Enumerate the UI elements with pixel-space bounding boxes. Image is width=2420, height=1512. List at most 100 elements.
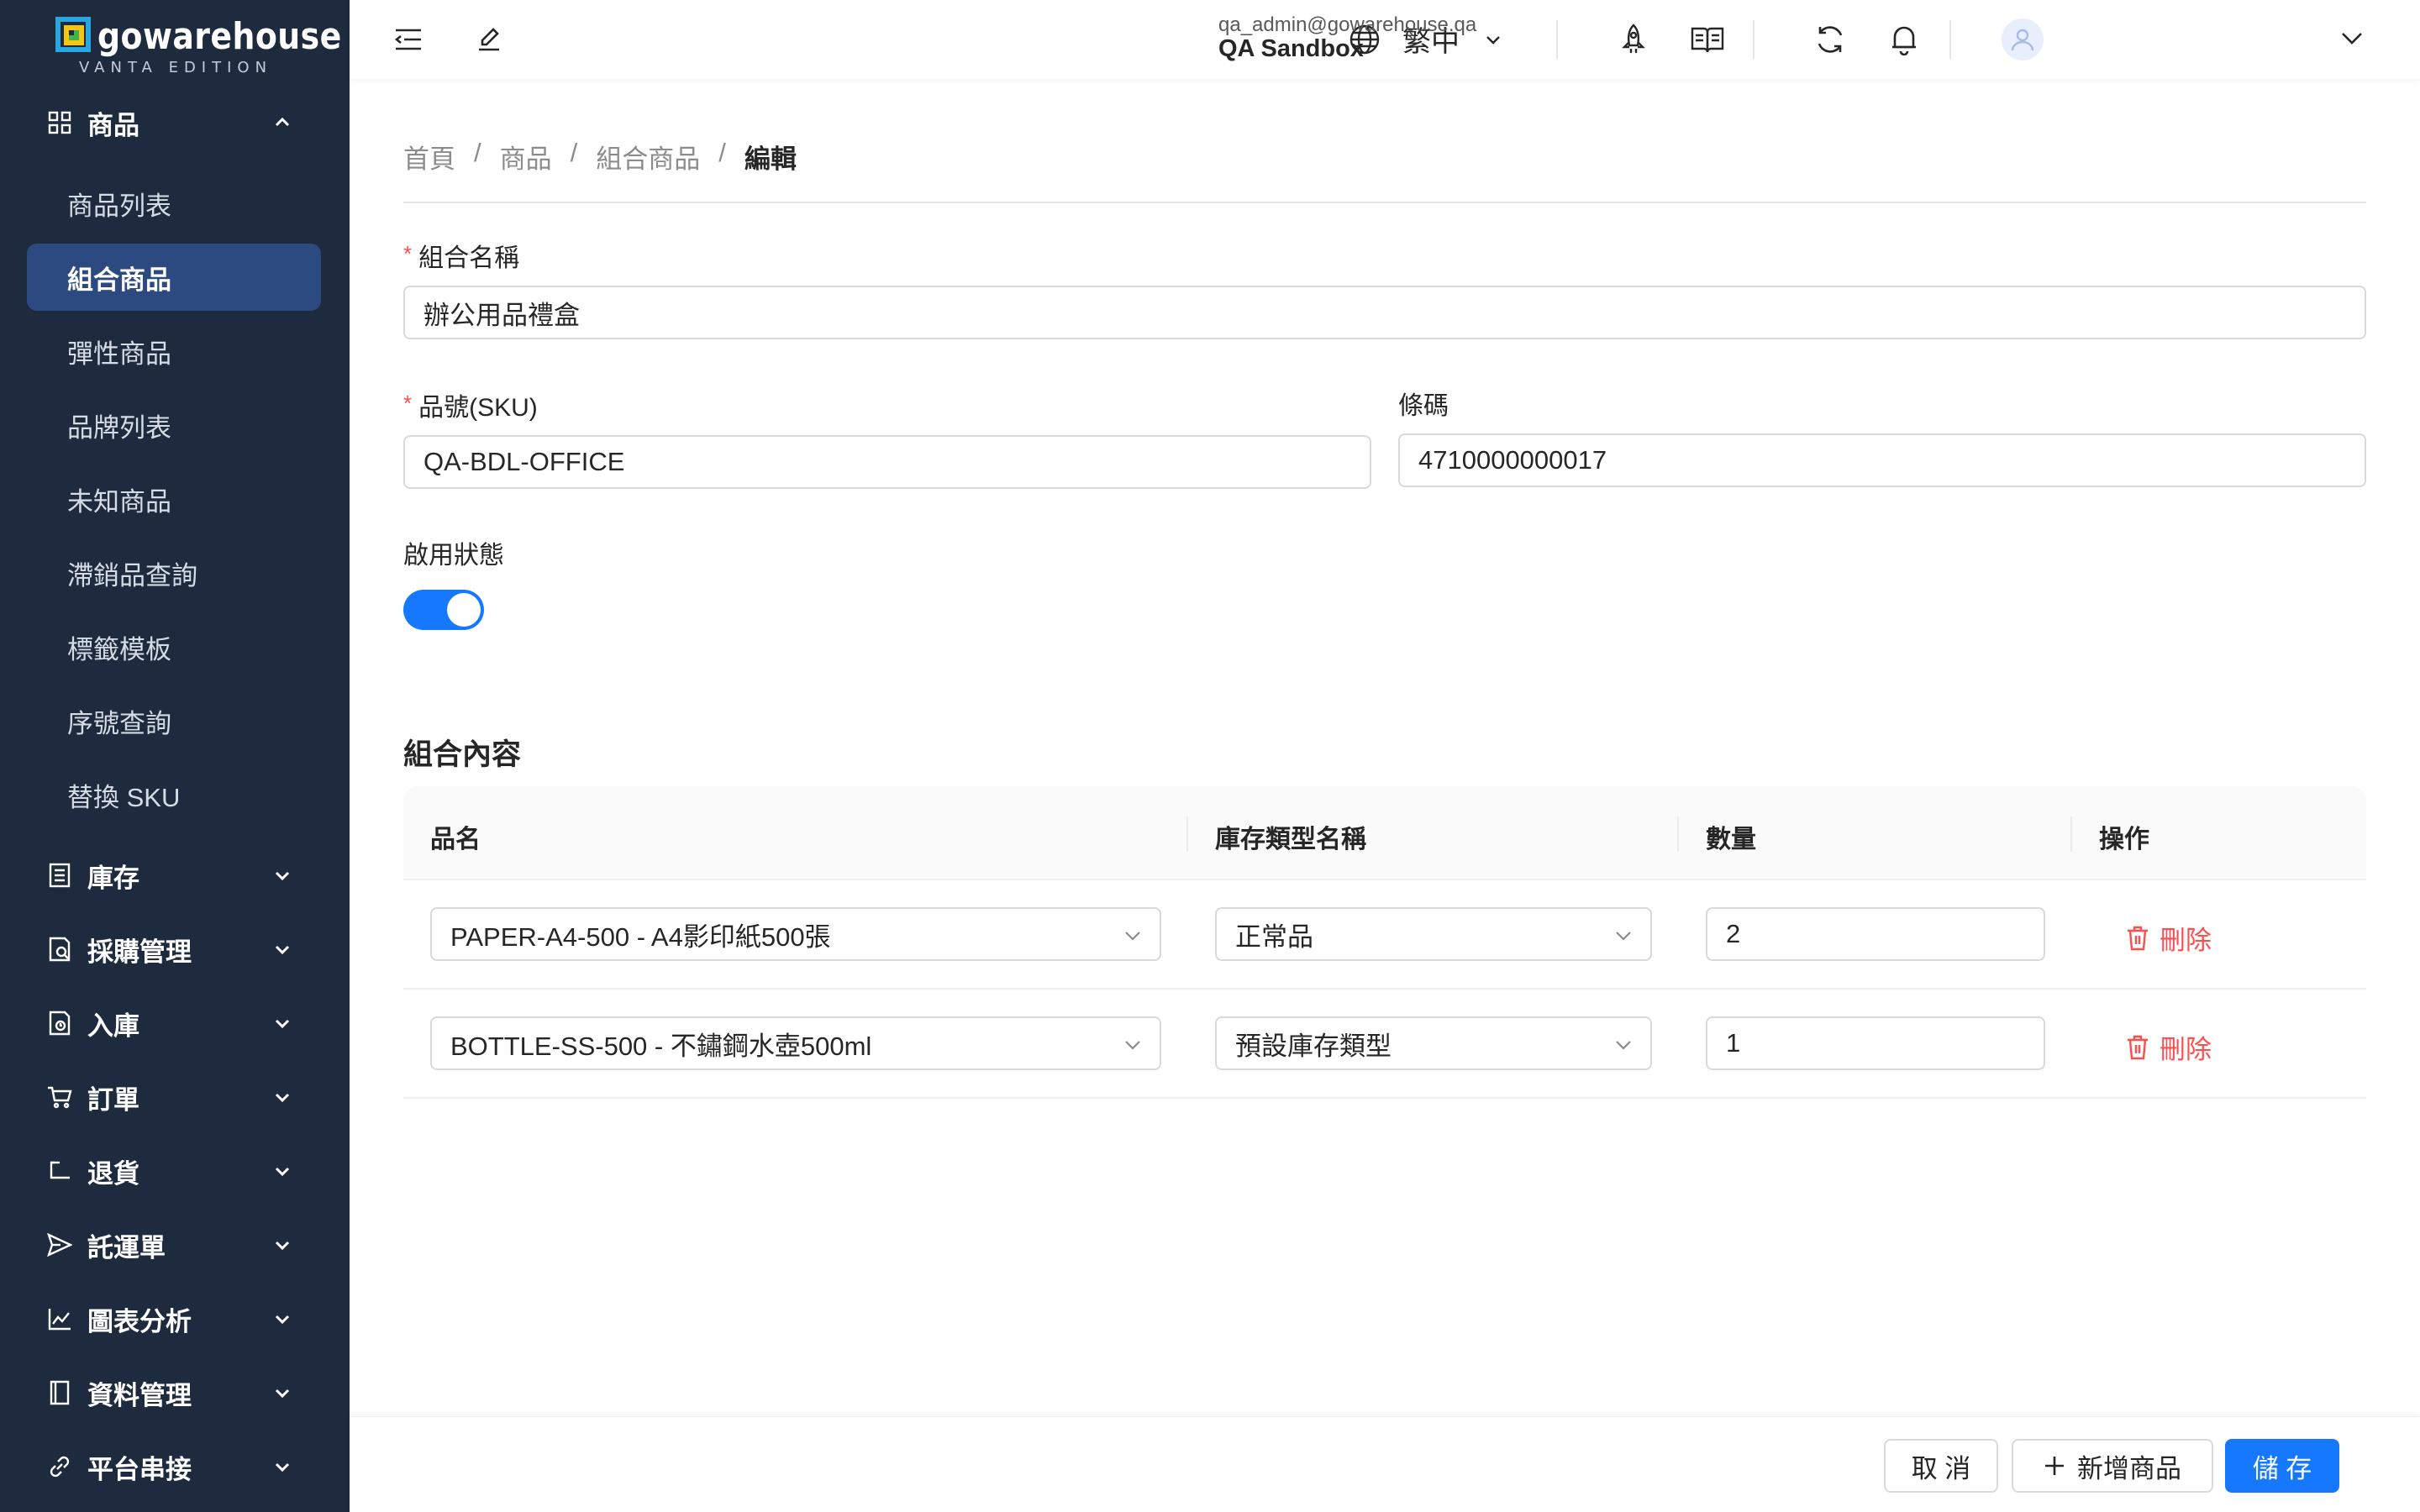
product-select-value: BOTTLE-SS-500 - 不鏽鋼水壺500ml [450, 1031, 872, 1061]
nav-group-waybills[interactable]: 託運單 [0, 1208, 350, 1282]
header-divider [1556, 20, 1558, 59]
sidebar-item-label: 未知商品 [67, 486, 171, 517]
product-select-value: PAPER-A4-500 - A4影印紙500張 [450, 921, 831, 952]
nav-group-inventory[interactable]: 庫存 [0, 838, 350, 912]
chevron-down-icon [275, 871, 290, 881]
nav-group-label: 採購管理 [87, 937, 192, 967]
user-org-name[interactable]: QA Sandbox [1218, 35, 1364, 63]
sidebar-item-brand-list[interactable]: 品牌列表 [27, 391, 321, 459]
nav-group-data-management[interactable]: 資料管理 [0, 1356, 350, 1430]
nav-group-products[interactable]: 商品 [0, 86, 350, 160]
chevron-down-icon [1125, 1041, 1140, 1050]
header-divider [1949, 20, 1951, 59]
nav-group-returns[interactable]: 退貨 [0, 1134, 350, 1208]
delete-row-label: 刪除 [2160, 926, 2212, 955]
stock-type-select[interactable]: 正常品 [1215, 907, 1652, 961]
avatar[interactable] [2002, 18, 2044, 60]
brand-logo[interactable]: gowarehouse VANTA EDITION [55, 15, 341, 76]
sidebar-item-replace-sku[interactable]: 替換 SKU [27, 761, 321, 828]
sidebar-item-bundle-products[interactable]: 組合商品 [27, 244, 321, 311]
bundle-contents-title: 組合內容 [403, 738, 522, 771]
nav-group-purchase[interactable]: 採購管理 [0, 912, 350, 986]
add-product-button[interactable]: 新增商品 [2012, 1439, 2213, 1493]
chevron-down-icon [275, 1019, 290, 1029]
nav-group-analytics[interactable]: 圖表分析 [0, 1282, 350, 1356]
docs-book-icon[interactable] [1691, 23, 1724, 56]
cancel-button[interactable]: 取 消 [1884, 1439, 1998, 1493]
breadcrumb-bundles[interactable]: 組合商品 [596, 138, 700, 176]
nav-group-label: 訂單 [87, 1084, 139, 1115]
sidebar-item-slow-moving[interactable]: 滯銷品查詢 [27, 539, 321, 606]
column-header-product: 品名 [430, 826, 481, 853]
inventory-icon [47, 863, 72, 888]
delete-row-button[interactable]: 刪除 [2126, 919, 2212, 957]
chevron-down-icon [1616, 1041, 1631, 1050]
brand-logo-icon [55, 17, 91, 52]
breadcrumb-separator: / [474, 138, 481, 167]
column-header-quantity: 數量 [1706, 826, 1756, 853]
breadcrumb-products[interactable]: 商品 [500, 138, 552, 176]
sku-input[interactable]: QA-BDL-OFFICE [403, 435, 1371, 489]
nav-group-label: 託運單 [87, 1232, 166, 1263]
chevron-down-icon [1616, 932, 1631, 941]
menu-collapse-icon[interactable] [392, 23, 425, 56]
chevron-down-icon [275, 1389, 290, 1399]
edit-icon[interactable] [472, 23, 506, 56]
trash-icon [2128, 1035, 2148, 1059]
barcode-input[interactable]: 4710000000017 [1398, 433, 2366, 487]
column-divider [1677, 816, 1679, 852]
product-select[interactable]: PAPER-A4-500 - A4影印紙500張 [430, 907, 1161, 961]
quantity-input[interactable]: 1 [1706, 1016, 2045, 1070]
sidebar-item-label: 品牌列表 [67, 412, 171, 443]
brand-edition: VANTA EDITION [79, 59, 273, 76]
bundle-name-label: * 組合名稱 [403, 237, 519, 274]
quantity-input[interactable]: 2 [1706, 907, 2045, 961]
cart-icon [47, 1084, 72, 1110]
chevron-down-icon [1486, 36, 1500, 45]
refresh-icon[interactable] [1813, 23, 1847, 56]
purchase-icon [47, 937, 72, 962]
chevron-down-icon[interactable] [2339, 25, 2365, 50]
sidebar-item-flexible-products[interactable]: 彈性商品 [27, 318, 321, 385]
nav-group-integrations[interactable]: 平台串接 [0, 1430, 350, 1504]
sidebar-item-label: 商品列表 [67, 191, 171, 221]
stock-type-select[interactable]: 預設庫存類型 [1215, 1016, 1652, 1070]
save-button[interactable]: 儲 存 [2225, 1439, 2339, 1493]
sidebar: gowarehouse VANTA EDITION 商品 商品列表 組合商品 彈… [0, 0, 350, 1512]
sidebar-item-product-list[interactable]: 商品列表 [27, 170, 321, 237]
bell-icon[interactable] [1887, 23, 1921, 56]
divider [403, 202, 2366, 203]
sidebar-item-label-templates[interactable]: 標籤模板 [27, 613, 321, 680]
nav-group-orders[interactable]: 訂單 [0, 1060, 350, 1134]
column-header-actions: 操作 [2099, 826, 2149, 853]
trash-icon [2128, 926, 2148, 950]
chevron-down-icon [275, 1462, 290, 1473]
footer-action-bar: 取 消 新增商品 儲 存 [350, 1416, 2420, 1512]
delete-row-button[interactable]: 刪除 [2126, 1028, 2212, 1066]
sidebar-item-serial-lookup[interactable]: 序號查詢 [27, 687, 321, 754]
stock-type-select-value: 正常品 [1235, 921, 1313, 952]
chart-icon [47, 1306, 72, 1331]
add-product-label: 新增商品 [2077, 1453, 2181, 1483]
inbound-icon [47, 1011, 72, 1036]
chevron-down-icon [275, 1167, 290, 1177]
stock-type-select-value: 預設庫存類型 [1235, 1031, 1392, 1061]
product-select[interactable]: BOTTLE-SS-500 - 不鏽鋼水壺500ml [430, 1016, 1161, 1070]
table-row: PAPER-A4-500 - A4影印紙500張 正常品 2 刪除 [403, 880, 2366, 990]
sidebar-item-unknown-products[interactable]: 未知商品 [27, 465, 321, 533]
sidebar-item-label: 組合商品 [67, 265, 171, 295]
sku-label-text: 品號(SKU) [418, 394, 538, 422]
breadcrumb-home[interactable]: 首頁 [403, 138, 455, 176]
brand-name: gowarehouse [97, 15, 342, 58]
rocket-icon[interactable] [1617, 23, 1650, 56]
chevron-down-icon [275, 1241, 290, 1251]
nav-group-inbound[interactable]: 入庫 [0, 986, 350, 1060]
link-icon [47, 1454, 72, 1479]
bundle-name-input[interactable]: 辦公用品禮盒 [403, 286, 2366, 339]
chevron-down-icon [275, 945, 290, 955]
sidebar-item-label: 序號查詢 [67, 708, 171, 738]
status-toggle[interactable] [403, 590, 484, 630]
book-icon [47, 1380, 72, 1405]
barcode-label: 條碼 [1398, 392, 1449, 420]
breadcrumb-separator: / [718, 138, 726, 167]
